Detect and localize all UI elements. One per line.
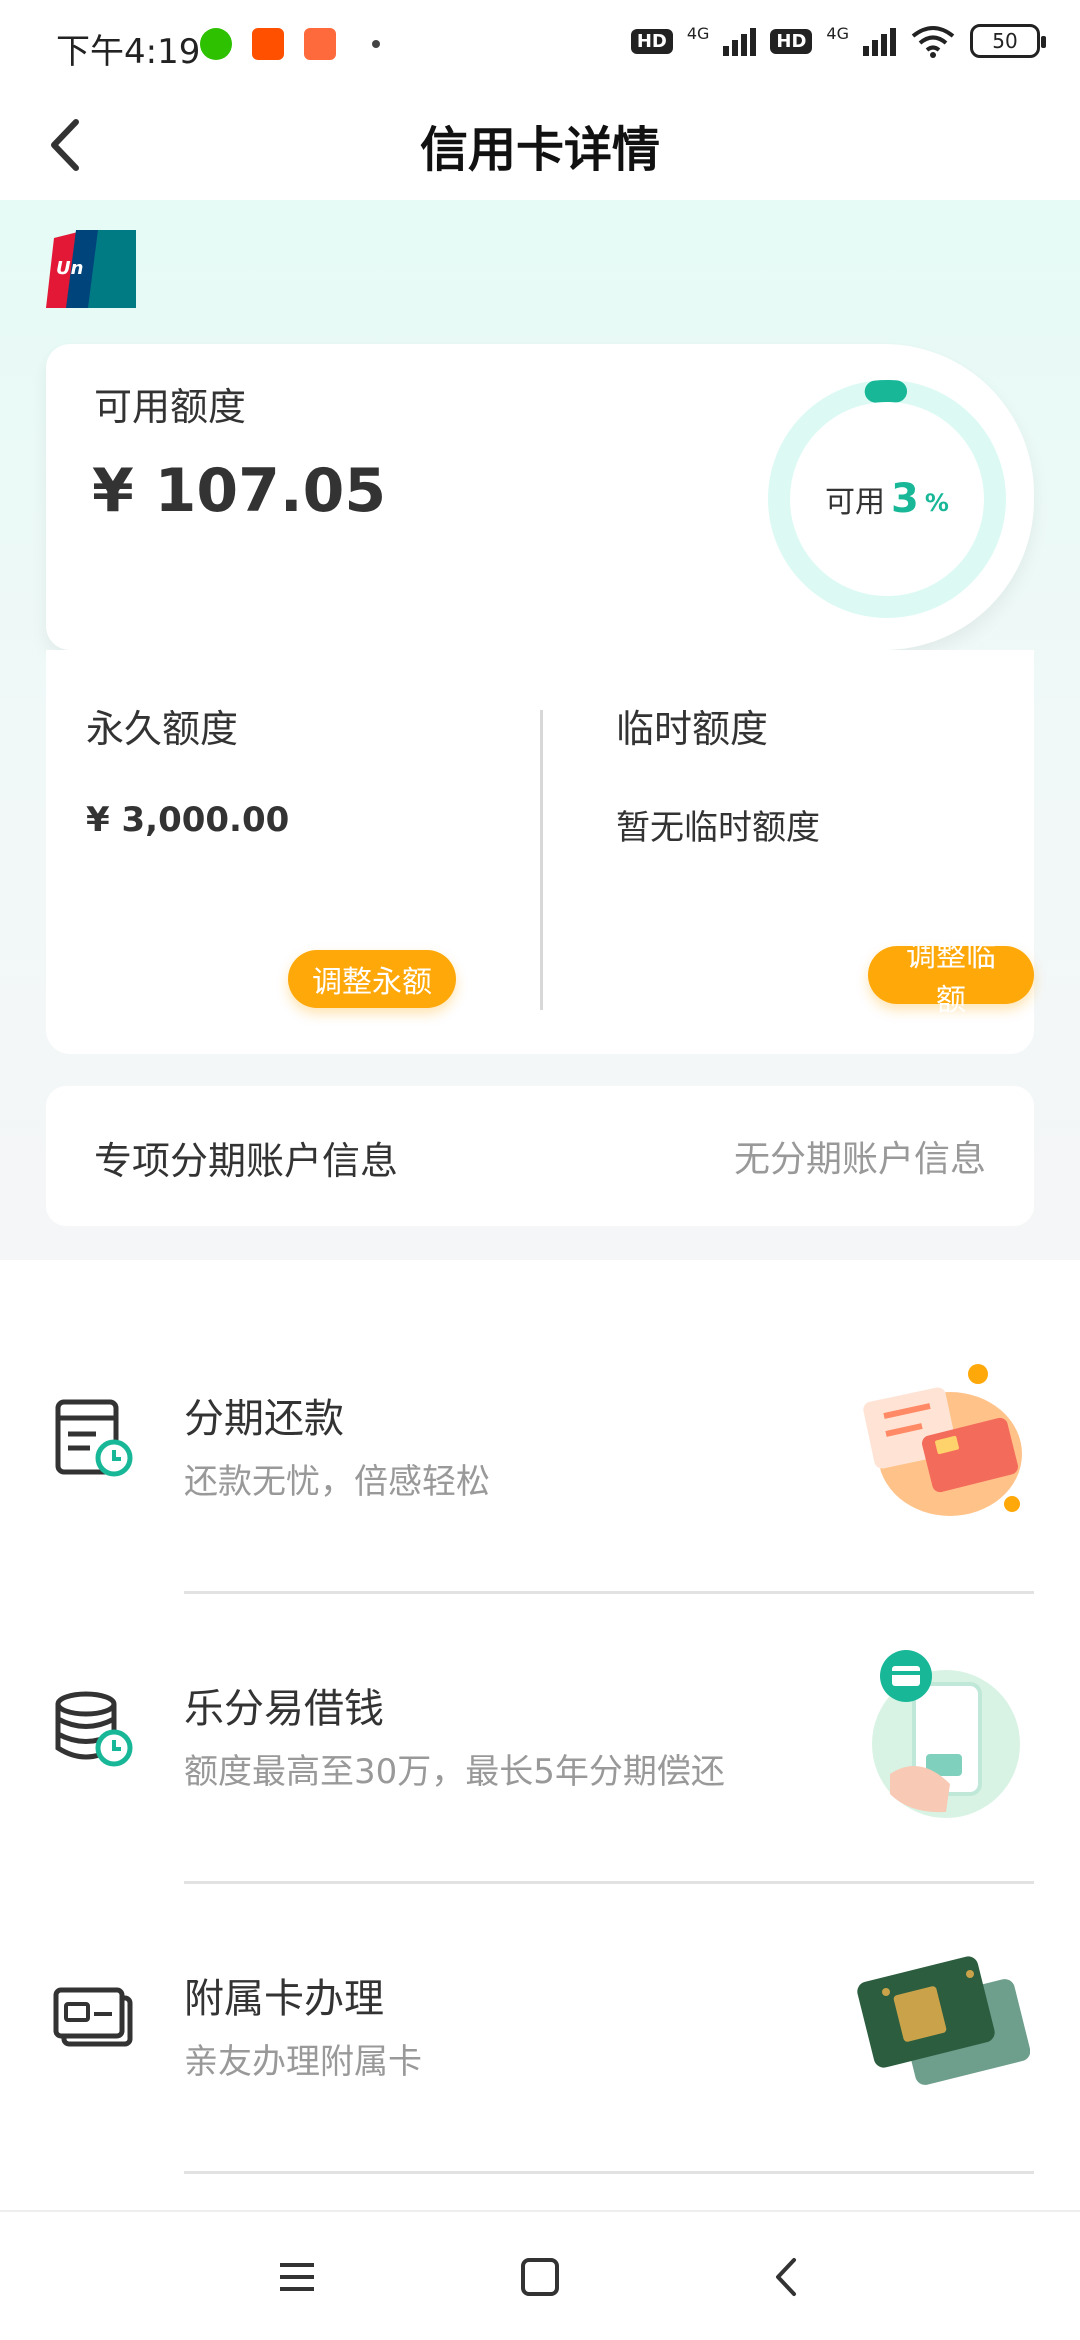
back-triangle-icon[interactable]: [762, 2252, 812, 2302]
ring-unit: %: [924, 489, 949, 517]
permanent-limit-value: ¥ 3,000.00: [86, 800, 290, 840]
service-title: 附属卡办理: [184, 1976, 384, 2022]
coins-clock-icon: [55, 1691, 133, 1767]
unionpay-logo-icon: Un: [46, 230, 136, 308]
usage-ring-text: 可用 3 %: [762, 374, 1012, 624]
service-subtitle: 亲友办理附属卡: [184, 2042, 422, 2082]
ring-value: 3: [891, 476, 919, 522]
page-title: 信用卡详情: [419, 122, 660, 178]
service-title: 分期还款: [184, 1396, 344, 1442]
status-indicators: HD 4G HD 4G 50: [630, 24, 1046, 58]
network-type: 4G: [826, 24, 849, 43]
bill-card-illustration-icon: [863, 1364, 1022, 1516]
signal-icon: [723, 26, 757, 56]
service-subtitle: 还款无忧，倍感轻松: [184, 1462, 490, 1502]
hd-badge: HD: [770, 28, 813, 54]
shopping-bag-icon: [304, 28, 336, 60]
bank-cards-illustration-icon: [857, 1956, 1030, 2085]
wechat-icon: [200, 28, 232, 60]
temporary-limit: 临时额度 暂无临时额度 调整临额: [540, 650, 1034, 1054]
notification-icons: [200, 28, 380, 60]
menu-icon[interactable]: [272, 2252, 322, 2302]
nav-bar: 信用卡详情: [0, 90, 1080, 200]
available-label: 可用额度: [94, 385, 247, 429]
available-credit-card: 可用额度 ¥ 107.05 可用 3 %: [46, 344, 1034, 650]
phone-card-illustration-icon: [872, 1650, 1020, 1818]
bill-clock-icon: [55, 1399, 133, 1477]
more-dot-icon: [372, 40, 380, 48]
signal-icon: [863, 26, 896, 56]
service-item-supplementary-card[interactable]: 附属卡办理 亲友办理附属卡: [0, 1884, 1080, 2174]
status-bar: 下午4:19 HD 4G HD 4G 50: [0, 0, 1080, 90]
permanent-limit: 永久额度 ¥ 3,000.00 调整永额: [46, 650, 540, 1054]
adjust-permanent-button[interactable]: 调整永额: [288, 950, 456, 1008]
permanent-limit-title: 永久额度: [86, 707, 239, 751]
wifi-icon: [911, 26, 955, 58]
hd-badge: HD: [630, 28, 673, 54]
available-amount: ¥ 107.05: [92, 456, 387, 526]
battery-icon: 50: [970, 24, 1046, 58]
service-divider: [184, 2171, 1034, 2174]
temporary-limit-title: 临时额度: [616, 707, 769, 751]
temporary-limit-value: 暂无临时额度: [616, 808, 820, 848]
home-square-icon[interactable]: [515, 2252, 565, 2302]
adjust-temporary-button[interactable]: 调整临额: [868, 940, 1034, 1017]
service-list: 分期还款 还款无忧，倍感轻松 乐分易借钱 额度最高至30万，最长5年分期偿还 附…: [0, 1264, 1080, 2204]
svg-text:Un: Un: [56, 258, 83, 279]
service-item-loan[interactable]: 乐分易借钱 额度最高至30万，最长5年分期偿还: [0, 1594, 1080, 1884]
installment-account-row[interactable]: 专项分期账户信息 无分期账户信息: [46, 1086, 1034, 1226]
service-subtitle: 额度最高至30万，最长5年分期偿还: [184, 1752, 725, 1792]
card-icon: [53, 1987, 133, 2047]
ring-label: 可用: [825, 485, 886, 520]
service-item-installment-repay[interactable]: 分期还款 还款无忧，倍感轻松: [0, 1304, 1080, 1594]
service-title: 乐分易借钱: [184, 1686, 384, 1732]
installment-account-label: 专项分期账户信息: [94, 1139, 399, 1183]
status-time: 下午4:19: [56, 32, 201, 72]
network-type: 4G: [686, 24, 710, 43]
system-nav-bar: [0, 2210, 1080, 2340]
taobao-icon: [252, 28, 284, 60]
credit-limits: 永久额度 ¥ 3,000.00 调整永额 临时额度 暂无临时额度 调整临额: [46, 650, 1034, 1054]
installment-account-value: 无分期账户信息: [733, 1139, 986, 1180]
